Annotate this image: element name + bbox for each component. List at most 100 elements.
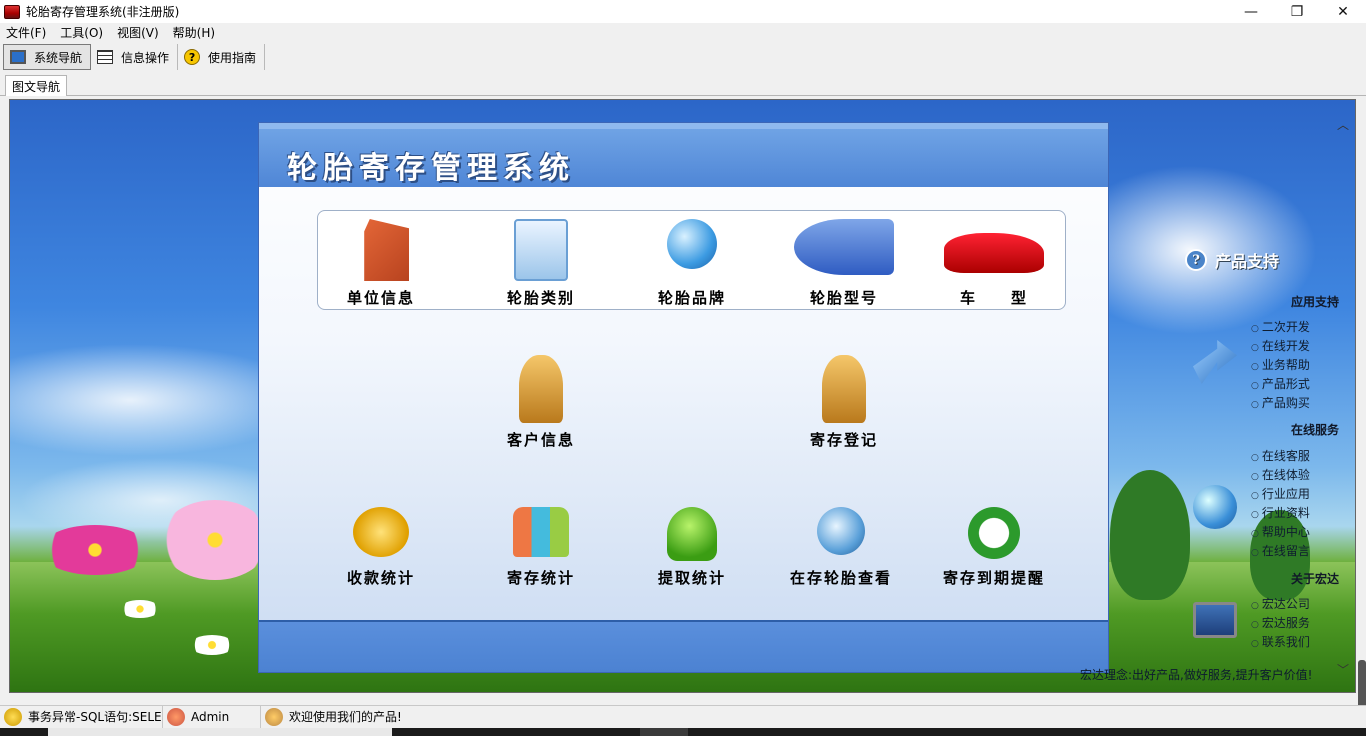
- flower-decoration: [190, 635, 234, 655]
- slogan-text: 宏达理念:出好产品,做好服务,提升客户价值!: [1080, 668, 1313, 682]
- system-nav-button[interactable]: 系统导航: [3, 44, 92, 70]
- tile-pickup-stats[interactable]: 提取统计: [632, 507, 752, 588]
- tile-unit-info[interactable]: 单位信息: [321, 219, 441, 308]
- app-icon: [4, 4, 20, 19]
- section-app-support: 应用支持: [1290, 295, 1339, 309]
- tile-payment-stats[interactable]: 收款统计: [321, 507, 441, 588]
- grid-icon: [97, 50, 114, 64]
- restore-button[interactable]: ❐: [1274, 0, 1320, 23]
- status-welcome: 欢迎使用我们的产品!: [289, 710, 402, 724]
- tile-label: 寄存统计: [506, 569, 575, 587]
- tile-storage-register[interactable]: 寄存登记: [784, 355, 904, 450]
- link-business-help[interactable]: 业务帮助: [1251, 356, 1310, 373]
- person-document-icon: [519, 355, 563, 423]
- window-title: 轮胎寄存管理系统(非注册版): [26, 5, 180, 19]
- tile-tire-model[interactable]: 轮胎型号: [784, 219, 904, 308]
- panel-footer: [259, 620, 1108, 672]
- tile-tire-category[interactable]: 轮胎类别: [481, 219, 601, 308]
- tile-label: 轮胎类别: [506, 289, 575, 307]
- user-guide-button[interactable]: ? 使用指南: [178, 44, 266, 70]
- user-icon: [167, 707, 185, 726]
- magnifier-icon: [817, 507, 865, 555]
- link-product-form[interactable]: 产品形式: [1251, 375, 1310, 392]
- menu-view[interactable]: 视图(V): [117, 24, 159, 41]
- help-icon: ?: [184, 49, 201, 65]
- status-message: 事务异常-SQL语句:SELEC: [28, 710, 163, 724]
- toolbar: 系统导航 信息操作 ? 使用指南: [0, 42, 1366, 72]
- link-product-purchase[interactable]: 产品购买: [1251, 394, 1310, 411]
- tile-label: 车 型: [959, 289, 1028, 307]
- user-bag-icon: [667, 507, 717, 561]
- panel-header: 轮胎寄存管理系统: [259, 123, 1108, 187]
- coins-icon: [353, 507, 409, 557]
- tile-vehicle-type[interactable]: 车 型: [934, 219, 1054, 308]
- link-online-trial[interactable]: 在线体验: [1251, 466, 1310, 483]
- document-icon: [514, 219, 568, 281]
- tile-customer-info[interactable]: 客户信息: [481, 355, 601, 450]
- section-about: 关于宏达: [1290, 572, 1339, 586]
- globe-icon: [1193, 485, 1237, 529]
- tile-stored-tires[interactable]: 在存轮胎查看: [781, 507, 901, 588]
- system-nav-label: 系统导航: [34, 50, 83, 65]
- info-user-icon: [4, 707, 22, 726]
- tile-label: 轮胎型号: [809, 289, 878, 307]
- panel-title: 轮胎寄存管理系统: [287, 151, 575, 186]
- link-industry-app[interactable]: 行业应用: [1251, 485, 1310, 502]
- title-bar: 轮胎寄存管理系统(非注册版) — ❐ ✕: [0, 0, 1366, 23]
- status-user-pane: Admin: [163, 705, 261, 728]
- link-contact[interactable]: 联系我们: [1251, 633, 1310, 650]
- users-icon: [265, 707, 283, 726]
- person-pen-icon: [822, 355, 866, 423]
- menu-tools[interactable]: 工具(O): [60, 24, 103, 41]
- link-company[interactable]: 宏达公司: [1251, 595, 1310, 612]
- status-bar: 事务异常-SQL语句:SELEC Admin 欢迎使用我们的产品!: [0, 705, 1366, 728]
- tile-expiry-reminder[interactable]: 寄存到期提醒: [934, 507, 1054, 588]
- status-message-pane: 事务异常-SQL语句:SELEC: [0, 705, 163, 728]
- section-online-service: 在线服务: [1290, 423, 1339, 437]
- tile-storage-stats[interactable]: 寄存统计: [481, 507, 601, 588]
- tile-label: 寄存到期提醒: [942, 569, 1045, 587]
- taskbar-strip: [0, 728, 1366, 736]
- link-online-cs[interactable]: 在线客服: [1251, 447, 1310, 464]
- nav-canvas: ︿ ﹀ 轮胎寄存管理系统 单位信息 轮胎类别 轮胎品牌 轮胎型号 车 型 客户信…: [9, 99, 1356, 693]
- menu-file[interactable]: 文件(F): [6, 24, 46, 41]
- close-button[interactable]: ✕: [1320, 0, 1366, 23]
- minimize-button[interactable]: —: [1228, 0, 1274, 23]
- alarm-clock-icon: [968, 507, 1020, 559]
- tile-label: 提取统计: [657, 569, 726, 587]
- sports-car-icon: [944, 233, 1044, 273]
- monitor-icon: [10, 50, 26, 64]
- tile-label: 客户信息: [506, 431, 575, 449]
- tab-strip: 图文导航: [0, 74, 1366, 96]
- taskbar-segment: [640, 728, 688, 736]
- sidebar-links: 应用支持 二次开发 在线开发 业务帮助 产品形式 产品购买 在线服务 在线客服 …: [1185, 100, 1345, 692]
- arrow-icon: [1193, 340, 1237, 384]
- flower-decoration: [40, 525, 150, 575]
- link-help-center[interactable]: 帮助中心: [1251, 523, 1310, 540]
- tile-tire-brand[interactable]: 轮胎品牌: [632, 219, 752, 308]
- link-industry-data[interactable]: 行业资料: [1251, 504, 1310, 521]
- tile-label: 在存轮胎查看: [789, 569, 892, 587]
- window-controls: — ❐ ✕: [1228, 0, 1366, 23]
- pipe-icon: [794, 219, 894, 275]
- menu-help[interactable]: 帮助(H): [173, 24, 215, 41]
- status-welcome-pane: 欢迎使用我们的产品!: [261, 706, 561, 728]
- tile-label: 收款统计: [346, 569, 415, 587]
- tile-label: 轮胎品牌: [657, 289, 726, 307]
- monitor-screen-icon: [1193, 602, 1237, 638]
- status-user: Admin: [191, 709, 230, 724]
- people-chart-icon: [513, 507, 569, 557]
- tree-decoration: [1110, 470, 1190, 600]
- flower-decoration: [120, 600, 160, 618]
- link-service[interactable]: 宏达服务: [1251, 614, 1310, 631]
- taskbar-segment: [48, 728, 392, 736]
- link-secondary-dev[interactable]: 二次开发: [1251, 318, 1310, 335]
- tile-label: 单位信息: [346, 289, 415, 307]
- tab-graphic-nav[interactable]: 图文导航: [5, 75, 68, 96]
- nav-panel: 轮胎寄存管理系统 单位信息 轮胎类别 轮胎品牌 轮胎型号 车 型 客户信息 寄存…: [258, 122, 1109, 673]
- globe-car-icon: [667, 219, 717, 269]
- tile-label: 寄存登记: [809, 431, 878, 449]
- link-online-message[interactable]: 在线留言: [1251, 542, 1310, 559]
- link-online-dev[interactable]: 在线开发: [1251, 337, 1310, 354]
- info-ops-button[interactable]: 信息操作: [91, 44, 179, 70]
